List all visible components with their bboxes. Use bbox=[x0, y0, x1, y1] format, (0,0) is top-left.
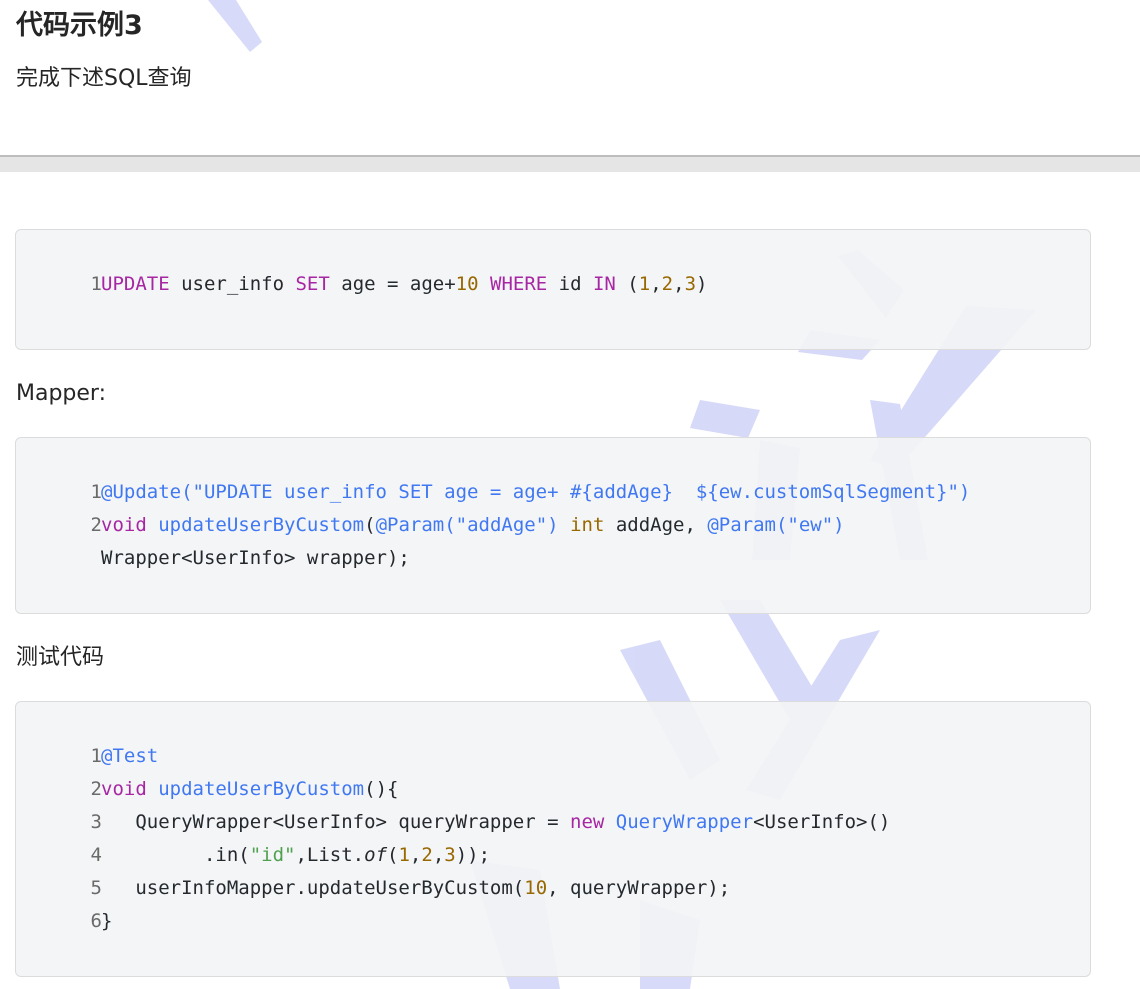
code-token: @Test bbox=[101, 745, 159, 767]
test-code-label: 测试代码 bbox=[16, 645, 105, 670]
code-token: , bbox=[409, 844, 422, 866]
code-token: WHERE bbox=[490, 273, 548, 295]
code-token: ,List. bbox=[295, 844, 365, 866]
code-token: , bbox=[432, 844, 445, 866]
line-number: 3 bbox=[90, 811, 102, 833]
section-divider bbox=[0, 155, 1140, 172]
line-number: 2 bbox=[90, 778, 102, 800]
code-token: "id" bbox=[249, 844, 296, 866]
code-token: } bbox=[101, 910, 113, 932]
line-number: 4 bbox=[90, 844, 102, 866]
code-token: <UserInfo>() bbox=[753, 811, 891, 833]
sql-code-block[interactable]: 1 UPDATE user_info SET age = age+10 WHERE… bbox=[15, 229, 1091, 350]
code-token: 10 bbox=[524, 877, 548, 899]
code-token: IN bbox=[592, 273, 616, 295]
code-token: QueryWrapper bbox=[615, 811, 754, 833]
code-text: QueryWrapper<UserInfo> queryWrapper = ne… bbox=[101, 806, 890, 839]
code-text: @Update("UPDATE user_info SET age = age+… bbox=[101, 476, 970, 509]
line-number: 6 bbox=[90, 910, 102, 932]
line-number: 5 bbox=[90, 877, 102, 899]
code-token: 3 bbox=[444, 844, 456, 866]
code-token: ) bbox=[696, 273, 708, 295]
line-number: 1 bbox=[90, 745, 102, 767]
code-text: void updateUserByCustom(@Param("addAge")… bbox=[101, 509, 845, 542]
line-number: 1 bbox=[90, 273, 102, 295]
mapper-label: Mapper: bbox=[16, 381, 106, 406]
test-code-block[interactable]: 1 @Test 2 void updateUserByCustom(){3 Query… bbox=[15, 701, 1091, 977]
code-token: ( bbox=[387, 844, 399, 866]
document-page: 代码示例3 完成下述SQL查询 1 UPDATE user_info SET ag… bbox=[0, 0, 1140, 989]
code-token: (){ bbox=[364, 778, 399, 800]
code-token: updateUserByCustom bbox=[158, 514, 365, 536]
code-token: 2 bbox=[661, 273, 674, 295]
line-number: 2 bbox=[90, 514, 102, 536]
page-title: 代码示例3 bbox=[16, 10, 143, 41]
code-text: .in("id",List.of(1,2,3)); bbox=[101, 839, 490, 872]
line-number: 1 bbox=[90, 481, 102, 503]
code-token: , queryWrapper); bbox=[547, 877, 731, 899]
code-token: 1 bbox=[638, 273, 651, 295]
code-token: 10 bbox=[455, 273, 479, 295]
code-token: user_info bbox=[169, 273, 296, 295]
code-token: UPDATE bbox=[101, 273, 170, 295]
code-token: addAge, bbox=[604, 514, 708, 536]
code-text: UPDATE user_info SET age = age+10 WHERE … bbox=[101, 268, 707, 301]
code-token: 1 bbox=[398, 844, 410, 866]
code-token: 2 bbox=[421, 844, 433, 866]
code-token: of bbox=[364, 844, 388, 866]
code-token: .in( bbox=[101, 844, 250, 866]
code-text: @Test bbox=[101, 740, 158, 773]
code-token: , bbox=[673, 273, 685, 295]
code-token: @Param("addAge") bbox=[375, 514, 559, 536]
code-token: void bbox=[101, 514, 147, 536]
code-token: int bbox=[570, 514, 605, 536]
code-token: updateUserByCustom bbox=[158, 778, 365, 800]
code-token: ( bbox=[615, 273, 639, 295]
code-token: userInfoMapper.updateUserByCustom( bbox=[101, 877, 525, 899]
code-token: age = age+ bbox=[329, 273, 456, 295]
code-token: SET bbox=[295, 273, 330, 295]
code-text: void updateUserByCustom(){ bbox=[101, 773, 398, 806]
code-token: QueryWrapper<UserInfo> queryWrapper = bbox=[101, 811, 570, 833]
mapper-code-block[interactable]: 1 @Update("UPDATE user_info SET age = age… bbox=[15, 437, 1091, 614]
code-token: Wrapper<UserInfo> wrapper); bbox=[101, 547, 410, 569]
code-text: Wrapper<UserInfo> wrapper); bbox=[101, 542, 410, 575]
code-token: , bbox=[650, 273, 662, 295]
code-token: @Param("ew") bbox=[707, 514, 845, 536]
code-token: )); bbox=[455, 844, 491, 866]
code-text: } bbox=[101, 905, 112, 938]
page-subtitle: 完成下述SQL查询 bbox=[16, 66, 192, 91]
code-token: ( bbox=[364, 514, 376, 536]
code-token: @Update("UPDATE user_info SET age = age+… bbox=[101, 481, 971, 503]
code-text: userInfoMapper.updateUserByCustom(10, qu… bbox=[101, 872, 730, 905]
code-token: 3 bbox=[684, 273, 697, 295]
code-token: void bbox=[101, 778, 147, 800]
code-token: id bbox=[547, 273, 593, 295]
code-token: new bbox=[570, 811, 605, 833]
